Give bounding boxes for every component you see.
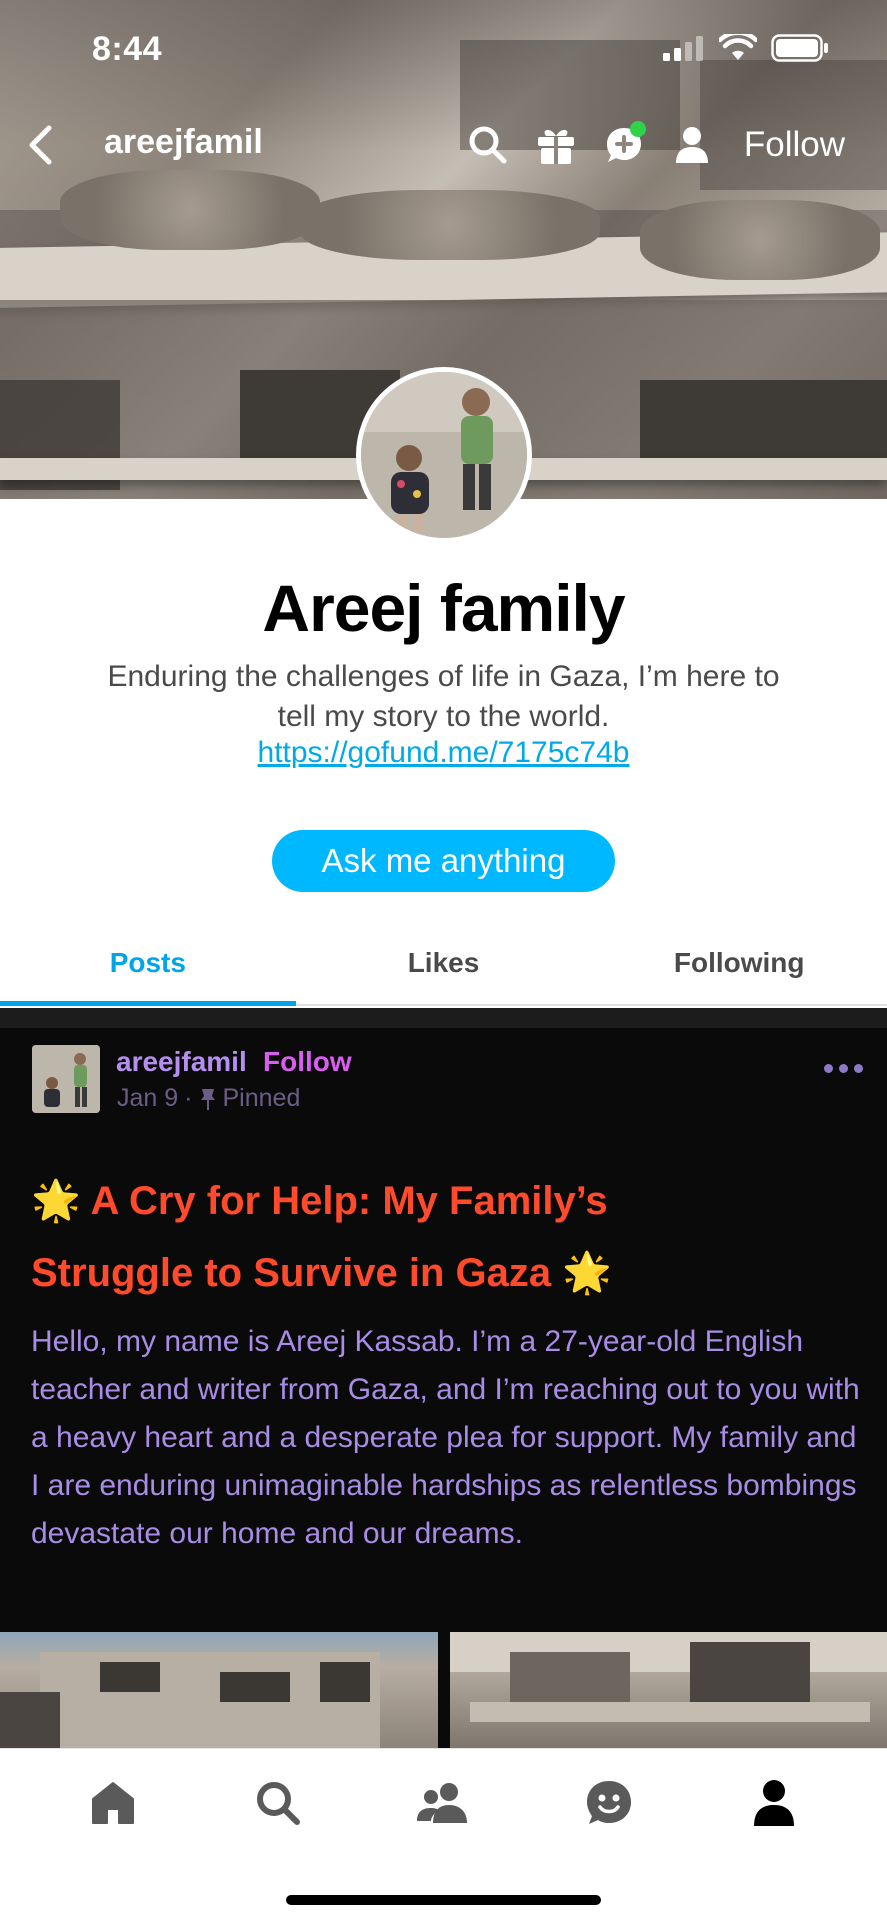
photo-ruins-2 bbox=[449, 1632, 887, 1722]
post-title-line-2: Struggle to Survive in Gaza bbox=[31, 1251, 552, 1295]
search-icon bbox=[469, 126, 507, 164]
tab-posts[interactable]: Posts bbox=[0, 930, 296, 1006]
post-title: 🌟 A Cry for Help: My Family’s Struggle t… bbox=[31, 1165, 861, 1309]
back-button[interactable] bbox=[22, 121, 58, 169]
status-bar: 8:44 bbox=[0, 0, 887, 100]
profile-avatar[interactable] bbox=[356, 367, 532, 543]
nav-username: areejfamil bbox=[104, 123, 263, 161]
avatar-photo bbox=[361, 372, 527, 538]
post-meta: Jan 9 · Pinned bbox=[117, 1084, 300, 1113]
star-emoji-icon: 🌟 bbox=[31, 1179, 81, 1223]
tab-following[interactable]: Following bbox=[591, 930, 887, 1004]
pinned-post: areejfamil Follow Jan 9 · Pinned 🌟 A Cry… bbox=[0, 1028, 887, 1748]
post-title-line-1: A Cry for Help: My Family’s bbox=[90, 1179, 608, 1223]
search-button[interactable] bbox=[464, 121, 512, 169]
post-photo[interactable] bbox=[0, 1632, 438, 1748]
profile-bio: Enduring the challenges of life in Gaza,… bbox=[50, 657, 837, 737]
smile-icon bbox=[586, 1781, 631, 1824]
pin-icon bbox=[200, 1088, 215, 1110]
home-indicator bbox=[286, 1895, 601, 1905]
post-username[interactable]: areejfamil bbox=[116, 1046, 247, 1078]
meta-separator: · bbox=[184, 1084, 193, 1112]
tab-likes[interactable]: Likes bbox=[296, 930, 592, 1004]
post-avatar[interactable] bbox=[32, 1045, 100, 1113]
bio-line-1: Enduring the challenges of life in Gaza,… bbox=[107, 660, 780, 693]
nav-actions: Follow bbox=[464, 115, 845, 175]
account-button[interactable] bbox=[668, 121, 716, 169]
user-icon bbox=[675, 127, 708, 163]
people-icon bbox=[417, 1783, 468, 1823]
post-photo[interactable] bbox=[449, 1632, 887, 1748]
post-date: Jan 9 bbox=[117, 1084, 179, 1112]
signal-icon bbox=[663, 36, 703, 61]
nav-home-button[interactable] bbox=[83, 1773, 143, 1833]
chat-button[interactable] bbox=[600, 121, 648, 169]
more-options-button[interactable] bbox=[824, 1064, 863, 1073]
more-dot bbox=[854, 1064, 863, 1073]
wifi-icon bbox=[719, 34, 757, 60]
notification-dot bbox=[629, 121, 646, 137]
nav-community-button[interactable] bbox=[413, 1773, 473, 1833]
bottom-nav bbox=[0, 1748, 887, 1920]
back-icon bbox=[29, 125, 52, 165]
top-nav: areejfamil Follow bbox=[0, 115, 887, 175]
status-icons bbox=[663, 34, 829, 62]
star-emoji-icon: 🌟 bbox=[562, 1251, 613, 1295]
photo-ruins-1 bbox=[0, 1652, 380, 1748]
bio-line-2: tell my story to the world. bbox=[277, 700, 610, 733]
profile-name: Areej family bbox=[262, 571, 625, 645]
search-icon bbox=[257, 1782, 301, 1825]
nav-search-button[interactable] bbox=[248, 1773, 308, 1833]
pinned-label: Pinned bbox=[222, 1084, 301, 1112]
gift-button[interactable] bbox=[532, 121, 580, 169]
profile-tabs: Posts Likes Following bbox=[0, 930, 887, 1006]
nav-profile-button[interactable] bbox=[744, 1773, 804, 1833]
follow-button[interactable]: Follow bbox=[744, 125, 845, 165]
home-icon bbox=[91, 1782, 134, 1824]
post-photos bbox=[0, 1632, 887, 1748]
ask-me-anything-button[interactable]: Ask me anything bbox=[272, 830, 615, 892]
profile-icon bbox=[754, 1780, 795, 1826]
post-follow-button[interactable]: Follow bbox=[263, 1046, 352, 1078]
nav-activity-button[interactable] bbox=[579, 1773, 639, 1833]
more-dot bbox=[824, 1064, 833, 1073]
battery-icon bbox=[771, 34, 828, 62]
status-time: 8:44 bbox=[92, 30, 163, 68]
bio-link[interactable]: https://gofund.me/7175c74b bbox=[0, 736, 887, 770]
feed-divider bbox=[0, 1008, 887, 1028]
gift-icon bbox=[537, 129, 574, 164]
post-body: Hello, my name is Areej Kassab. I’m a 27… bbox=[31, 1325, 860, 1550]
more-dot bbox=[839, 1064, 848, 1073]
post-avatar-photo bbox=[32, 1045, 100, 1113]
